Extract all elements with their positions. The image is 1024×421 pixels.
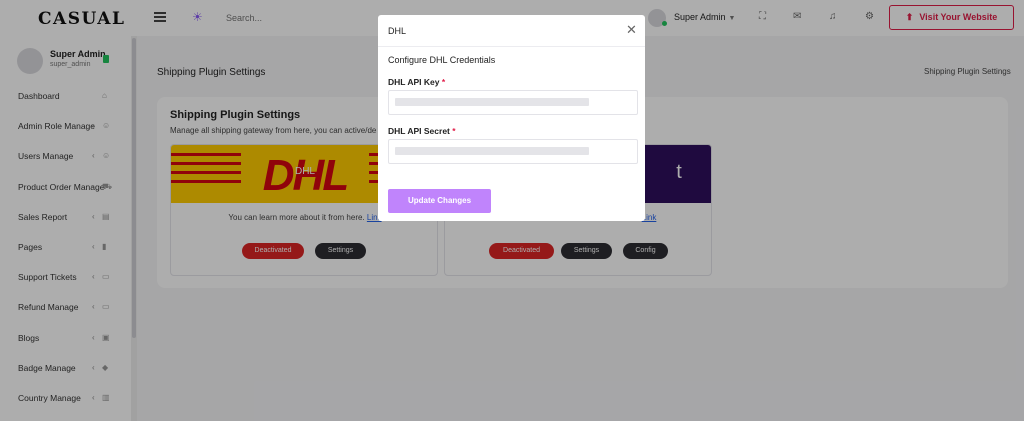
required-mark: *: [441, 77, 446, 87]
modal-title: DHL: [388, 26, 407, 36]
required-mark: *: [452, 126, 456, 136]
modal-header: DHL ✕: [378, 15, 645, 47]
api-secret-label-text: DHL API Secret: [388, 126, 450, 136]
dhl-config-modal: DHL ✕ Configure DHL Credentials DHL API …: [378, 15, 645, 221]
api-secret-masked-value: [395, 147, 589, 155]
modal-subtitle: Configure DHL Credentials: [388, 55, 496, 65]
api-key-masked-value: [395, 98, 589, 106]
api-key-label: DHL API Key *: [388, 77, 445, 87]
close-icon[interactable]: ✕: [626, 23, 637, 36]
api-key-label-text: DHL API Key: [388, 77, 440, 87]
page: CASUAL ☀ Super Admin▼ ⛶ ✉ ♫ ⚙ ⬆Visit You…: [0, 0, 1024, 421]
api-secret-label: DHL API Secret *: [388, 126, 456, 136]
update-changes-button[interactable]: Update Changes: [388, 189, 491, 213]
